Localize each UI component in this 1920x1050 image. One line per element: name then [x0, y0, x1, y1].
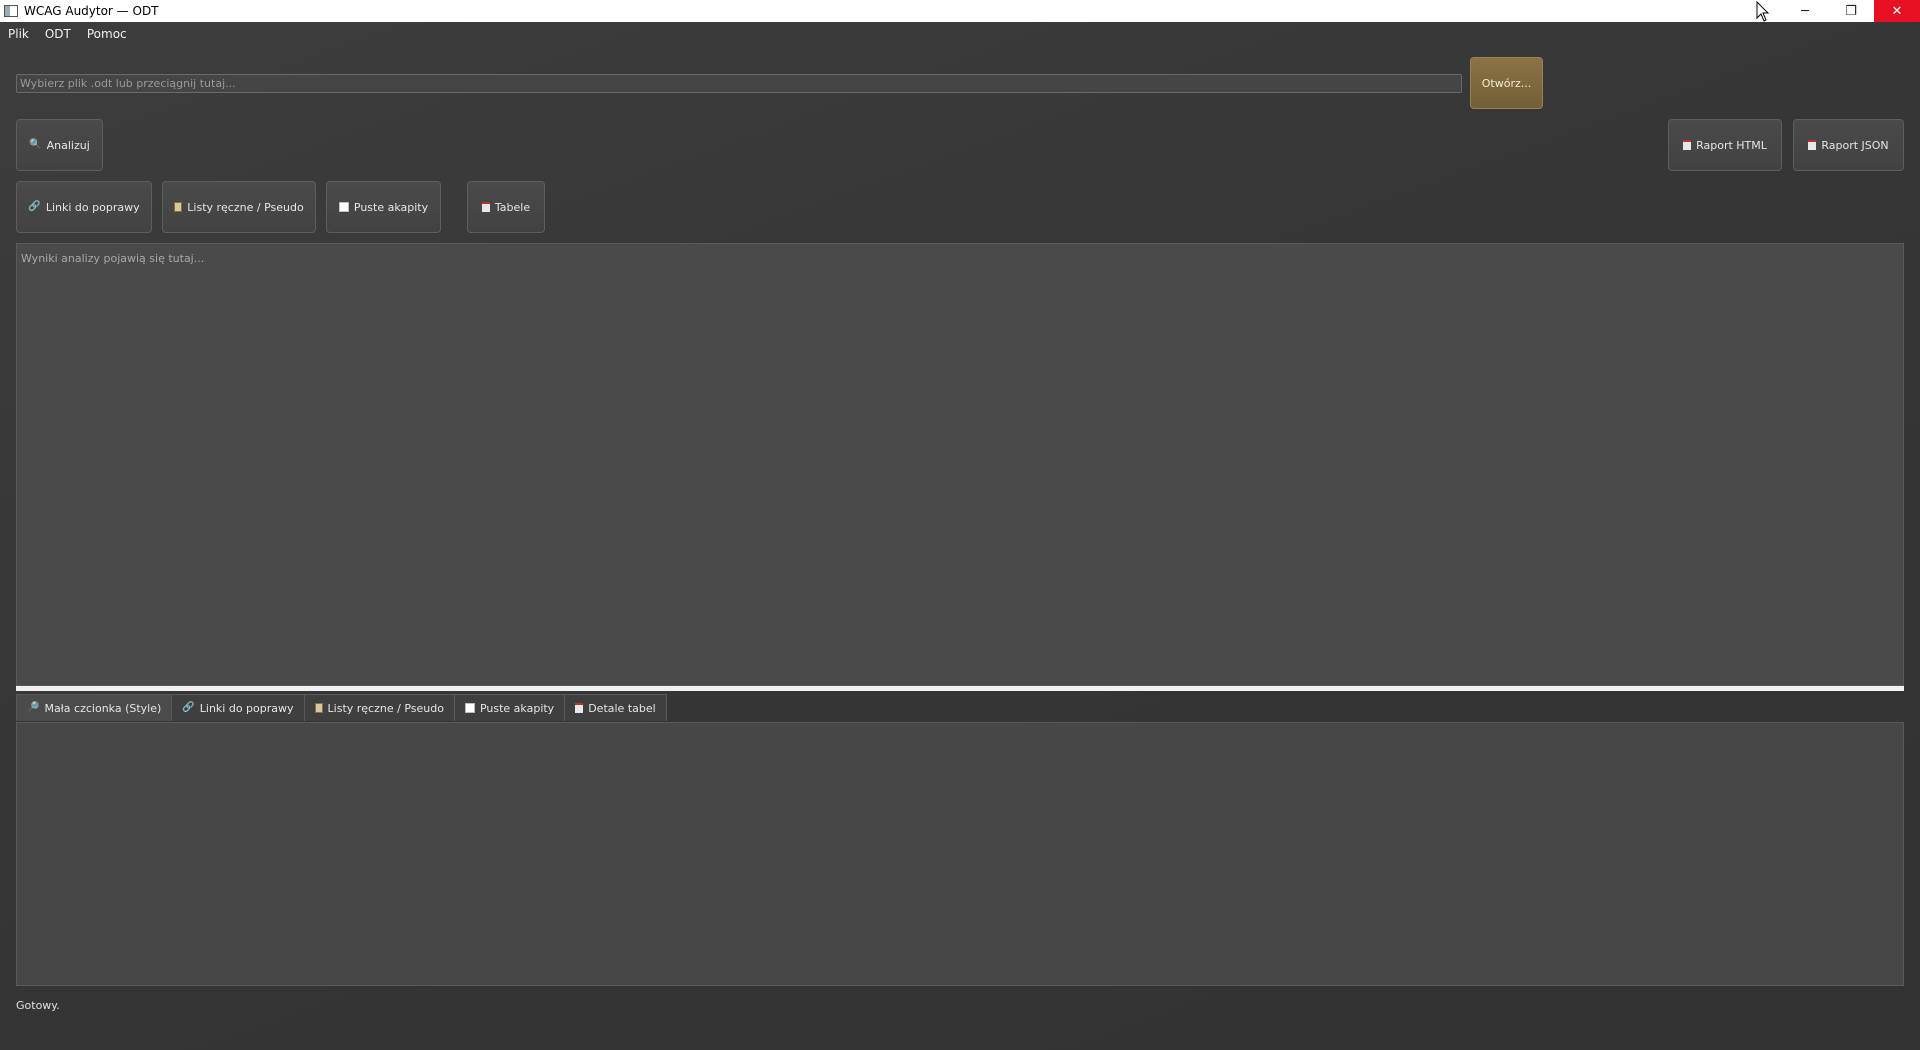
report-json-button[interactable]: Raport JSON [1793, 119, 1904, 171]
tab-table-details[interactable]: Detale tabel [564, 694, 667, 721]
magnifier-icon: 🔍 [29, 139, 42, 150]
report-html-button[interactable]: Raport HTML [1668, 119, 1782, 171]
app-icon [4, 5, 18, 17]
close-button[interactable]: ✕ [1874, 0, 1920, 22]
status-text: Gotowy. [16, 999, 60, 1012]
results-area[interactable]: Wyniki analizy pojawią się tutaj... [16, 243, 1904, 686]
window-controls: ─ ❐ ✕ [1782, 0, 1920, 22]
document-icon [575, 703, 584, 713]
window-title: WCAG Audytor — ODT [24, 4, 159, 18]
menu-bar: Plik ODT Pomoc [0, 22, 1920, 46]
fix-tables-label: Tabele [494, 200, 531, 214]
link-icon: 🔗 [182, 702, 195, 713]
fix-empty-paragraphs-button[interactable]: Puste akapity [326, 181, 441, 233]
file-path-input[interactable] [16, 74, 1462, 93]
fix-lists-label: Listy ręczne / Pseudo [187, 200, 304, 214]
magnifier-icon: 🔎 [27, 702, 40, 713]
analyze-button[interactable]: 🔍 Analizuj [16, 119, 103, 171]
tab-small-font[interactable]: 🔎 Mała czcionka (Style) [16, 694, 173, 721]
minimize-button[interactable]: ─ [1782, 0, 1828, 22]
title-bar: WCAG Audytor — ODT ─ ❐ ✕ [0, 0, 1920, 22]
report-html-label: Raport HTML [1696, 138, 1767, 152]
tab-label: Puste akapity [479, 701, 555, 715]
fix-links-label: Linki do poprawy [45, 200, 140, 214]
empty-box-icon [338, 202, 349, 212]
menu-plik[interactable]: Plik [8, 27, 29, 41]
tab-lists[interactable]: Listy ręczne / Pseudo [303, 694, 455, 721]
tab-links[interactable]: 🔗 Linki do poprawy [171, 694, 305, 721]
empty-box-icon [464, 703, 475, 713]
report-icon [1683, 140, 1692, 150]
fix-tables-button[interactable]: Tabele [467, 181, 545, 233]
tab-bar: 🔎 Mała czcionka (Style) 🔗 Linki do popra… [16, 694, 667, 721]
tab-label: Linki do poprawy [199, 701, 294, 715]
menu-pomoc[interactable]: Pomoc [87, 27, 127, 41]
tab-label: Listy ręczne / Pseudo [327, 701, 444, 715]
link-icon: 🔗 [28, 201, 41, 212]
tab-empty-paragraphs[interactable]: Puste akapity [453, 694, 566, 721]
mouse-cursor-icon [1756, 1, 1770, 22]
fix-lists-button[interactable]: Listy ręczne / Pseudo [162, 181, 316, 233]
fix-empty-label: Puste akapity [353, 200, 429, 214]
restore-button[interactable]: ❐ [1828, 0, 1874, 22]
fix-links-button[interactable]: 🔗 Linki do poprawy [16, 181, 152, 233]
report-icon [1808, 140, 1817, 150]
open-button[interactable]: Otwórz... [1470, 57, 1543, 109]
tab-content-panel[interactable] [16, 722, 1904, 986]
document-icon [481, 202, 490, 212]
splitter-handle[interactable] [16, 686, 1904, 691]
analyze-label: Analizuj [46, 138, 90, 152]
report-json-label: Raport JSON [1821, 138, 1889, 152]
tab-label: Detale tabel [588, 701, 656, 715]
menu-odt[interactable]: ODT [45, 27, 71, 41]
results-placeholder: Wyniki analizy pojawią się tutaj... [21, 252, 205, 265]
clipboard-icon [314, 703, 323, 713]
clipboard-icon [174, 202, 183, 212]
tab-label: Mała czcionka (Style) [44, 701, 162, 715]
